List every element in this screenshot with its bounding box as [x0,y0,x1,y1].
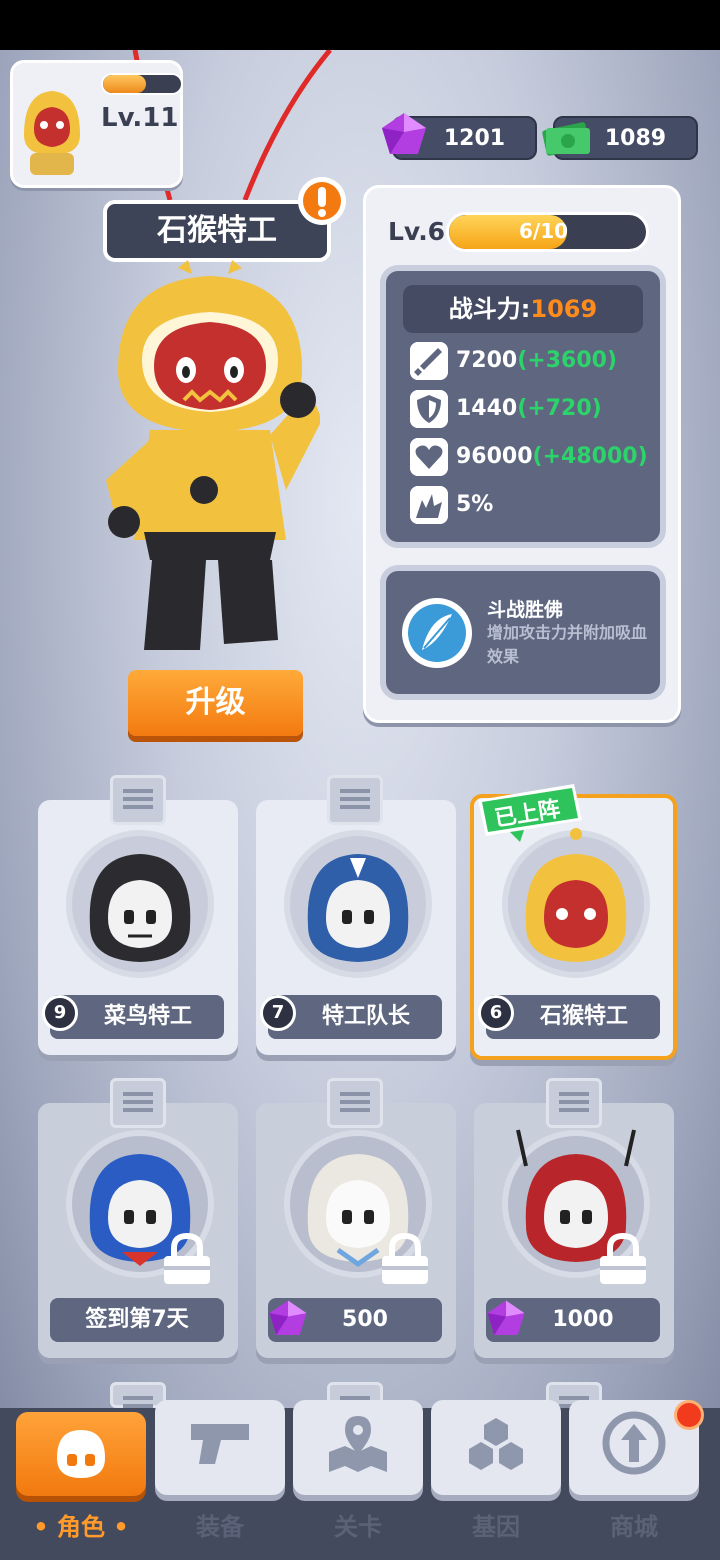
crit-value: 5% [456,492,494,517]
skill-description: 增加攻击力并附加吸血效果 [487,623,648,666]
card-clip-icon [110,775,166,825]
skull-icon [57,1430,105,1478]
nav-tab-equipment[interactable] [155,1400,285,1495]
card-level: 7 [260,995,296,1031]
notification-dot [674,1400,704,1430]
combat-power-value: 1069 [530,295,598,323]
captain-skull-avatar [307,854,409,962]
cash-icon [542,122,590,156]
map-pin-icon [329,1416,387,1472]
nav-label-shop[interactable]: 商城 [569,1507,699,1542]
card-unlock-condition: 签到第7天 [50,1298,224,1342]
hero-character [106,260,320,650]
player-badge[interactable]: Lv.11 [10,60,183,188]
nav-label-genes[interactable]: 基因 [431,1507,561,1542]
monkey-skull-avatar [525,828,627,962]
shop-icon [602,1411,666,1475]
level-progress-text: 6/10 [518,219,569,243]
heart-icon [410,438,448,476]
shield-icon [410,390,448,428]
nav-label-equipment[interactable]: 装备 [155,1507,285,1542]
status-bar [0,0,720,50]
gem-icon [487,1300,525,1335]
nav-label-levels[interactable]: 关卡 [293,1507,423,1542]
defense-bonus: (+720) [517,396,602,421]
lock-icon [600,1232,646,1284]
upgrade-button[interactable]: 升级 [128,670,303,736]
lock-icon [382,1232,428,1284]
skill-name: 斗战胜佛 [487,599,564,621]
defense-value: 1440 [456,396,518,421]
nav-label-character[interactable]: • 角色 • [16,1507,146,1542]
card-level: 6 [478,995,514,1031]
nav-tab-genes[interactable] [431,1400,561,1495]
hooded-skull-avatar [89,854,191,962]
player-level: Lv.11 [101,103,179,133]
card-clip-icon [327,775,383,825]
sword-icon [410,342,448,380]
gem-icon [269,1300,307,1335]
hexagon-icon [469,1418,523,1470]
alert-icon[interactable] [296,175,348,227]
combat-power-label: 战斗力: [448,295,531,323]
health-value: 96000 [456,444,533,469]
lock-icon [164,1232,210,1284]
card-level: 9 [42,995,78,1031]
gem-icon [382,113,426,154]
card-clip-icon [546,1078,602,1128]
nav-tab-character[interactable] [16,1412,146,1496]
player-xp-bar [101,73,183,95]
crit-icon [410,486,448,524]
card-clip-icon [327,1078,383,1128]
attack-bonus: (+3600) [517,348,618,373]
feather-skill-icon [402,598,472,668]
character-level: Lv.6 [388,217,446,246]
gun-icon [191,1424,249,1464]
card-clip-icon [110,1078,166,1128]
health-bonus: (+48000) [532,444,648,469]
attack-value: 7200 [456,348,518,373]
player-avatar [24,91,80,175]
nav-tab-levels[interactable] [293,1400,423,1495]
combat-power: 战斗力:1069 [403,285,643,333]
